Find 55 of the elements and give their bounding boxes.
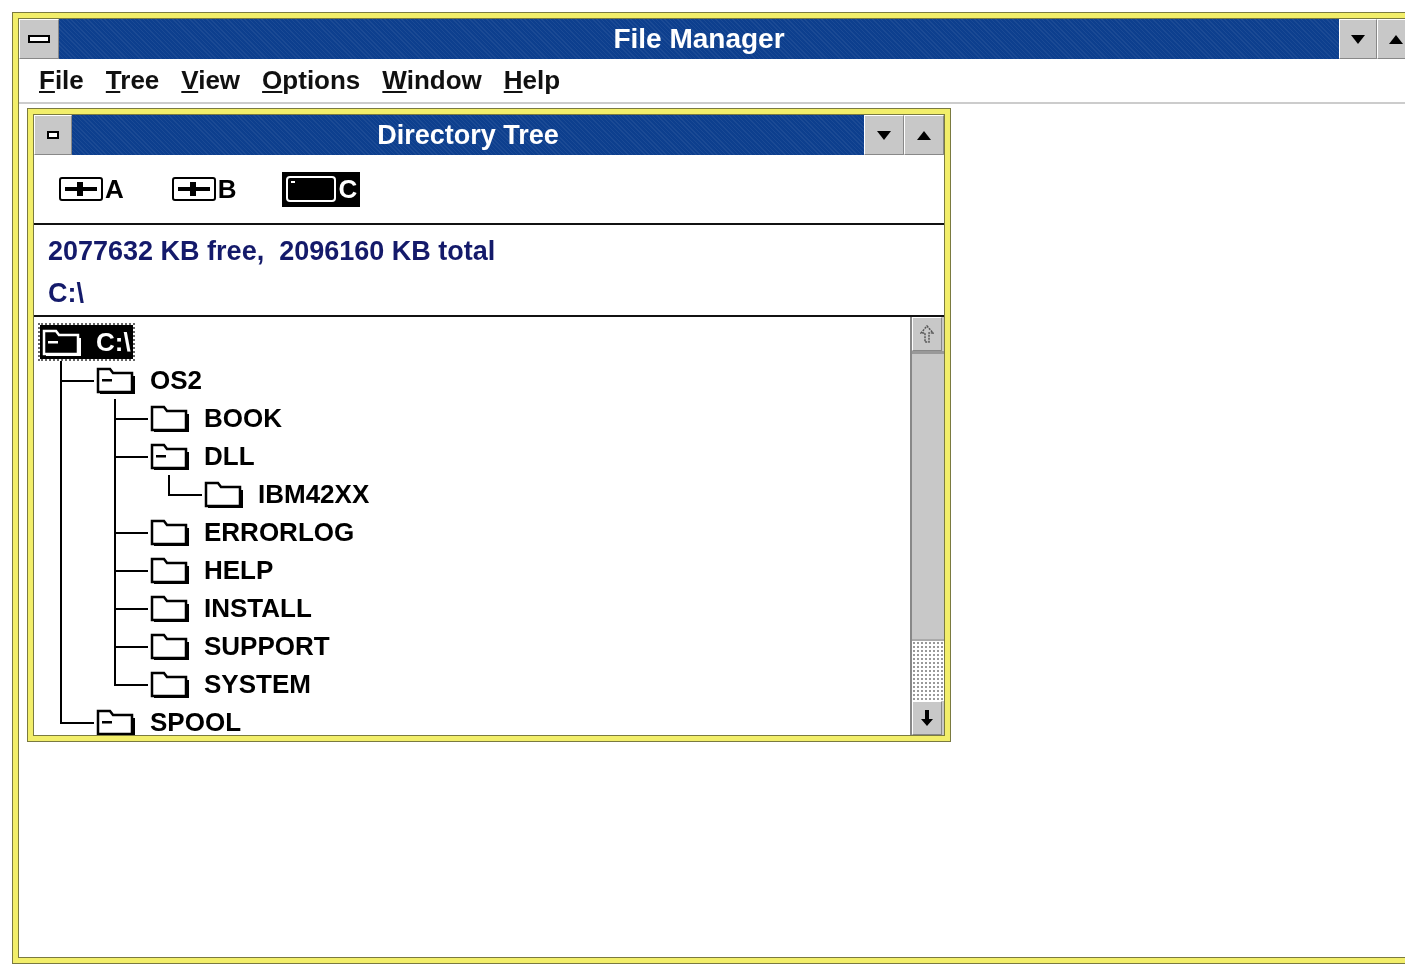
window-title: Directory Tree <box>377 119 559 151</box>
minimize-button[interactable] <box>1339 19 1377 59</box>
floppy-drive-icon <box>59 177 103 201</box>
menu-item[interactable]: Help <box>495 65 575 96</box>
folder-icon <box>150 632 190 660</box>
down-arrow-icon <box>920 709 934 727</box>
folder-node[interactable]: HELP <box>148 553 276 587</box>
open-folder-icon <box>42 328 82 356</box>
folder-node[interactable]: OS2 <box>94 363 205 397</box>
drive-button[interactable]: B <box>168 171 240 207</box>
folder-node[interactable]: BOOK <box>148 401 284 435</box>
drive-button[interactable]: C <box>281 171 361 207</box>
scroll-bar[interactable] <box>910 317 944 735</box>
floppy-drive-icon <box>171 177 216 201</box>
disk-space-text: 2077632 KB free, 2096160 KB total <box>48 235 497 268</box>
folder-node[interactable]: INSTALL <box>148 591 314 625</box>
drive-button[interactable]: A <box>56 171 127 207</box>
menu-item[interactable]: File <box>31 65 98 96</box>
menu-item[interactable]: View <box>173 65 255 96</box>
menu-item[interactable]: Tree <box>97 65 174 96</box>
folder-node[interactable]: C:\ <box>40 325 133 359</box>
system-menu-icon <box>28 35 50 43</box>
maximize-icon <box>1389 34 1403 44</box>
maximize-button[interactable] <box>904 115 944 155</box>
folder-node[interactable]: ERRORLOG <box>148 515 357 549</box>
folder-node[interactable]: DLL <box>148 439 257 473</box>
minimize-button[interactable] <box>864 115 904 155</box>
current-path: C:\ <box>48 277 85 310</box>
system-menu-button[interactable] <box>19 19 59 59</box>
maximize-icon <box>917 130 931 140</box>
up-arrow-icon <box>920 325 934 343</box>
folder-icon <box>204 480 244 508</box>
folder-node[interactable]: SUPPORT <box>148 629 332 663</box>
folder-node[interactable]: IBM42XX <box>202 477 372 511</box>
folder-icon <box>150 556 190 584</box>
open-folder-icon <box>96 366 136 394</box>
system-menu-button[interactable] <box>34 115 72 155</box>
minimize-icon <box>877 130 891 140</box>
folder-icon <box>150 404 190 432</box>
hard-drive-icon <box>284 175 337 203</box>
scroll-up-button[interactable] <box>912 317 942 351</box>
maximize-button[interactable] <box>1377 19 1405 59</box>
window-title: File Manager <box>613 23 785 55</box>
scroll-thumb[interactable] <box>912 639 944 701</box>
open-folder-icon <box>150 442 190 470</box>
minimize-icon <box>1351 34 1365 44</box>
folder-icon <box>150 518 190 546</box>
folder-icon <box>150 594 190 622</box>
folder-node[interactable]: SYSTEM <box>148 667 313 701</box>
menu-item[interactable]: Window <box>374 65 496 96</box>
folder-node[interactable]: SPOOL <box>94 705 243 735</box>
system-menu-icon <box>47 131 59 139</box>
folder-icon <box>150 670 190 698</box>
scroll-down-button[interactable] <box>912 701 942 735</box>
menu-item[interactable]: Options <box>254 65 375 96</box>
